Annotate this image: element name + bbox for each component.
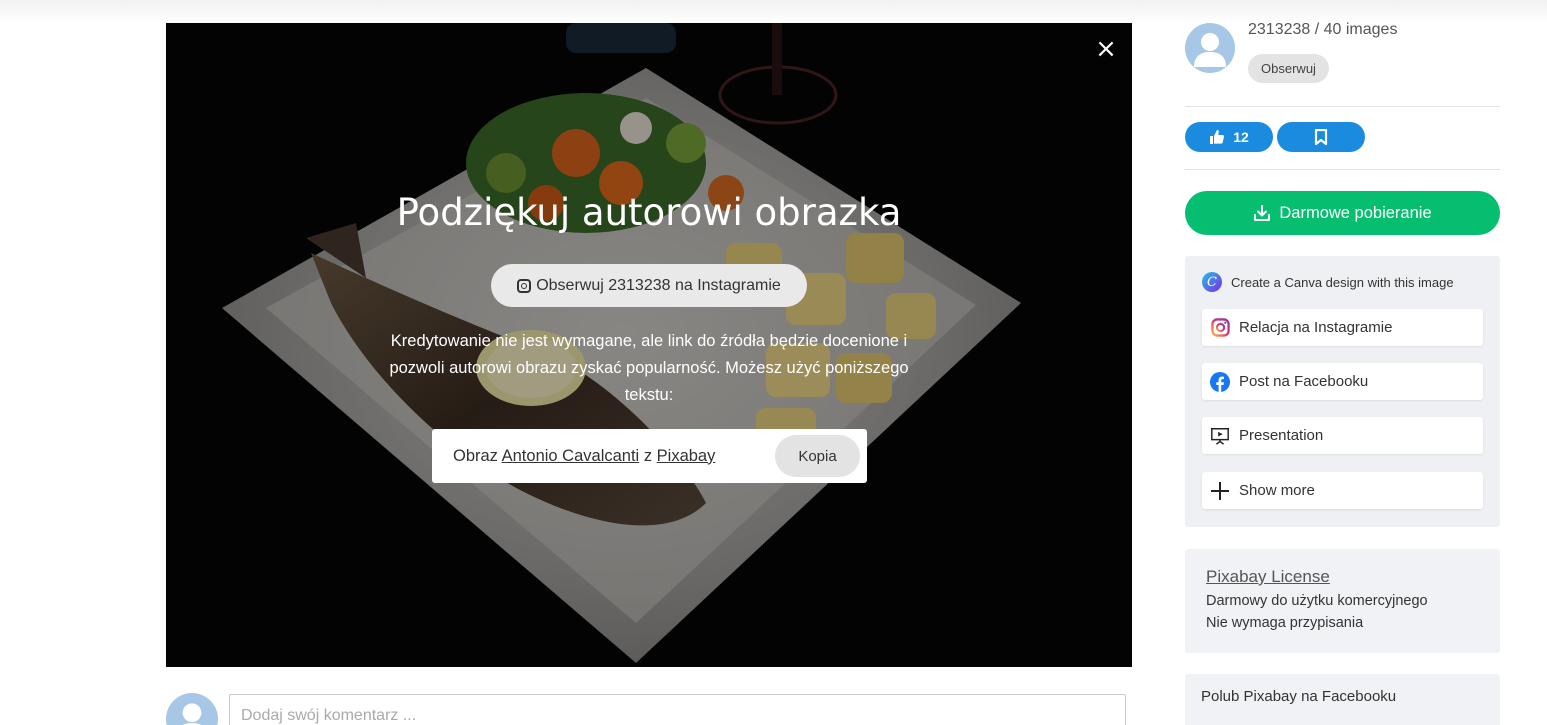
download-label: Darmowe pobieranie: [1279, 203, 1432, 222]
facebook-like-box: Polub Pixabay na Facebooku: [1185, 674, 1500, 725]
download-button[interactable]: Darmowe pobieranie: [1185, 191, 1500, 235]
attribution-prefix: Obraz: [453, 446, 498, 465]
bookmark-icon: [1314, 129, 1328, 145]
canva-label: Create a Canva design with this image: [1231, 274, 1454, 290]
divider: [1185, 169, 1500, 170]
license-link[interactable]: Pixabay License: [1206, 567, 1479, 587]
author-name[interactable]: 2313238 / 40 images: [1248, 21, 1397, 39]
attribution-text: Obraz Antonio Cavalcanti z Pixabay: [453, 447, 775, 466]
comment-input[interactable]: [229, 694, 1126, 725]
download-icon: [1254, 205, 1271, 221]
share-item-label: Relacja na Instagramie: [1239, 319, 1393, 336]
attribution-box: Obraz Antonio Cavalcanti z Pixabay Kopia: [432, 429, 867, 483]
author-avatar[interactable]: [1185, 23, 1235, 73]
like-count: 12: [1233, 129, 1249, 145]
credit-text: Kredytowanie nie jest wymagane, ale link…: [389, 332, 909, 404]
image-viewer: × Podziękuj autorowi obrazka Obserwuj 23…: [166, 23, 1132, 667]
pixabay-link[interactable]: Pixabay: [657, 447, 716, 465]
share-instagram-story[interactable]: Relacja na Instagramie: [1202, 309, 1483, 346]
share-panel: C Create a Canva design with this image …: [1185, 256, 1500, 527]
facebook-like-label: Polub Pixabay na Facebooku: [1201, 688, 1397, 705]
share-item-label: Show more: [1239, 482, 1315, 499]
close-icon[interactable]: ×: [1094, 36, 1118, 62]
thumbs-up-icon: [1210, 130, 1225, 144]
copy-button[interactable]: Kopia: [775, 435, 860, 477]
bookmark-button[interactable]: [1277, 122, 1365, 152]
instagram-follow-label: Obserwuj 2313238 na Instagramie: [536, 276, 781, 294]
share-item-label: Presentation: [1239, 427, 1324, 444]
presentation-icon: [1210, 426, 1230, 446]
canva-design-link[interactable]: C Create a Canva design with this image: [1202, 272, 1454, 292]
follow-button[interactable]: Obserwuj: [1248, 54, 1329, 83]
license-line: Darmowy do użytku komercyjnego: [1206, 593, 1428, 609]
author-link[interactable]: Antonio Cavalcanti: [502, 447, 640, 465]
canva-icon: C: [1202, 272, 1222, 292]
instagram-follow-button[interactable]: Obserwuj 2313238 na Instagramie: [491, 264, 807, 307]
license-box: Pixabay License Darmowy do użytku komerc…: [1185, 549, 1500, 653]
share-item-label: Post na Facebooku: [1239, 373, 1369, 390]
show-more-button[interactable]: Show more: [1202, 472, 1483, 509]
share-presentation[interactable]: Presentation: [1202, 417, 1483, 454]
divider: [1185, 106, 1500, 107]
license-line: Nie wymaga przypisania: [1206, 615, 1364, 631]
commenter-avatar: [166, 693, 218, 725]
like-button[interactable]: 12: [1185, 122, 1273, 152]
share-facebook-post[interactable]: Post na Facebooku: [1202, 363, 1483, 400]
facebook-icon: [1210, 371, 1230, 392]
thanks-title: Podziękuj autorowi obrazka: [396, 191, 902, 234]
plus-icon: [1210, 481, 1230, 501]
attribution-connector: z: [643, 446, 653, 465]
instagram-icon: [1210, 318, 1230, 338]
instagram-icon: [517, 278, 532, 293]
